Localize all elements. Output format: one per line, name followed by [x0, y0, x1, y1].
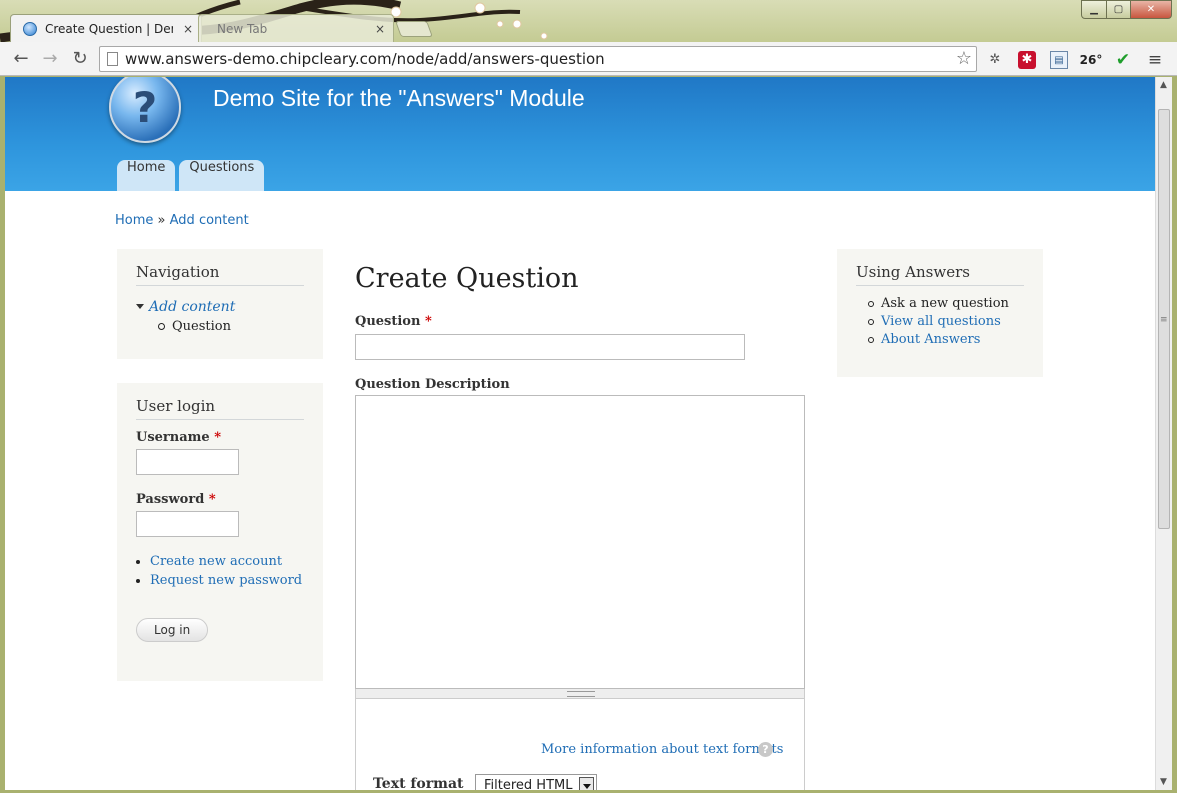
username-label: Username *	[136, 430, 222, 445]
site-header: ? Demo Site for the "Answers" Module Hom…	[5, 77, 1155, 191]
url-input[interactable]	[125, 49, 945, 69]
text-format-label: Text format	[373, 776, 464, 790]
answers-links: Ask a new question View all questions Ab…	[868, 296, 1024, 347]
expanded-triangle-icon	[136, 304, 144, 309]
text-format-value: Filtered HTML	[484, 778, 573, 790]
scrollbar-grip-icon: ≡	[1160, 315, 1168, 325]
breadcrumb-add-content[interactable]: Add content	[170, 213, 249, 228]
breadcrumb-home[interactable]: Home	[115, 213, 153, 228]
page-viewport: ? Demo Site for the "Answers" Module Hom…	[5, 77, 1155, 790]
list-item: About Answers	[868, 332, 1024, 347]
list-item: View all questions	[868, 314, 1024, 329]
question-logo-icon[interactable]: ?	[109, 77, 181, 143]
request-password-link[interactable]: Request new password	[150, 573, 302, 588]
weather-extension[interactable]: 26°	[1078, 51, 1104, 69]
required-mark: *	[214, 430, 222, 445]
menu-home[interactable]: Home	[117, 160, 176, 191]
question-label: Question *	[355, 314, 432, 329]
window-titlebar: Create Question | Demo Si × New Tab × ▁ …	[0, 0, 1177, 42]
tab-title: New Tab	[217, 22, 268, 36]
scroll-down-arrow-icon[interactable]: ▼	[1160, 777, 1167, 787]
page-title: Create Question	[355, 263, 579, 294]
login-button[interactable]: Log in	[136, 618, 209, 642]
text-format-select[interactable]: Filtered HTML	[475, 774, 597, 790]
window-close-icon[interactable]: ✕	[1130, 0, 1172, 19]
required-mark: *	[208, 492, 216, 507]
tab-close-icon[interactable]: ×	[183, 15, 193, 42]
hamburger-menu-icon[interactable]: ≡	[1144, 51, 1166, 69]
ask-question-item[interactable]: Ask a new question	[868, 296, 1024, 311]
list-item: Create new account	[150, 554, 304, 569]
textarea-resize-handle[interactable]	[355, 689, 805, 699]
password-input[interactable]	[136, 511, 239, 537]
question-description-textarea[interactable]	[355, 395, 805, 689]
browser-toolbar: ← → ↻ ☆ ✲ ✱ ▤ 26° ✔ ≡	[0, 42, 1177, 76]
back-arrow-icon[interactable]: ←	[9, 47, 33, 71]
about-answers-link[interactable]: About Answers	[881, 332, 980, 347]
lastpass-extension-icon[interactable]: ✱	[1018, 51, 1036, 69]
view-all-questions-link[interactable]: View all questions	[881, 314, 1001, 329]
add-content-link[interactable]: Add content	[149, 299, 235, 315]
minimize-icon[interactable]: ▁	[1081, 0, 1107, 19]
new-tab-button[interactable]	[395, 21, 433, 37]
checkmark-extension-icon[interactable]: ✔	[1112, 51, 1134, 69]
address-bar[interactable]: ☆	[99, 46, 977, 72]
user-login-title: User login	[136, 397, 304, 420]
bookmark-star-icon[interactable]: ☆	[956, 48, 972, 69]
breadcrumb-separator: »	[157, 213, 166, 228]
create-account-link[interactable]: Create new account	[150, 554, 282, 569]
tab-create-question[interactable]: Create Question | Demo Si ×	[10, 14, 202, 42]
user-login-block: User login Username * Password * Create …	[117, 383, 323, 681]
maximize-icon[interactable]: ▢	[1106, 0, 1131, 19]
navigation-title: Navigation	[136, 263, 304, 286]
tab-new-tab[interactable]: New Tab ×	[198, 14, 394, 42]
tab-title: Create Question | Demo Si	[45, 22, 173, 36]
required-mark: *	[424, 314, 432, 329]
site-favicon-icon	[23, 22, 37, 36]
menu-questions[interactable]: Questions	[179, 160, 265, 191]
username-input[interactable]	[136, 449, 239, 475]
list-item: Request new password	[150, 573, 304, 588]
main-menu: Home Questions	[117, 160, 268, 191]
page-scrollbar[interactable]: ▲ ≡ ▼	[1155, 77, 1172, 790]
login-links: Create new account Request new password	[150, 554, 304, 588]
reload-icon[interactable]: ↻	[68, 47, 92, 71]
calendar-extension-icon[interactable]: ▤	[1050, 51, 1068, 69]
password-label: Password *	[136, 492, 216, 507]
nav-item-question[interactable]: Question	[158, 319, 304, 334]
scroll-up-arrow-icon[interactable]: ▲	[1160, 80, 1167, 90]
site-name[interactable]: Demo Site for the "Answers" Module	[213, 85, 585, 112]
breadcrumb: Home » Add content	[115, 213, 249, 228]
bug-extension-icon[interactable]: ✲	[985, 51, 1005, 69]
help-icon[interactable]: ?	[758, 742, 773, 757]
using-answers-block: Using Answers Ask a new question View al…	[837, 249, 1043, 377]
dropdown-arrow-icon[interactable]	[579, 777, 594, 790]
forward-arrow-icon[interactable]: →	[38, 47, 62, 71]
page-icon	[107, 52, 118, 66]
question-input[interactable]	[355, 334, 745, 360]
text-formats-info-link[interactable]: More information about text formats	[541, 742, 783, 757]
question-description-label: Question Description	[355, 377, 510, 392]
tab-close-icon[interactable]: ×	[375, 15, 385, 42]
nav-item-add-content: Add content	[136, 296, 304, 315]
using-answers-title: Using Answers	[856, 263, 1024, 286]
navigation-block: Navigation Add content Question	[117, 249, 323, 359]
